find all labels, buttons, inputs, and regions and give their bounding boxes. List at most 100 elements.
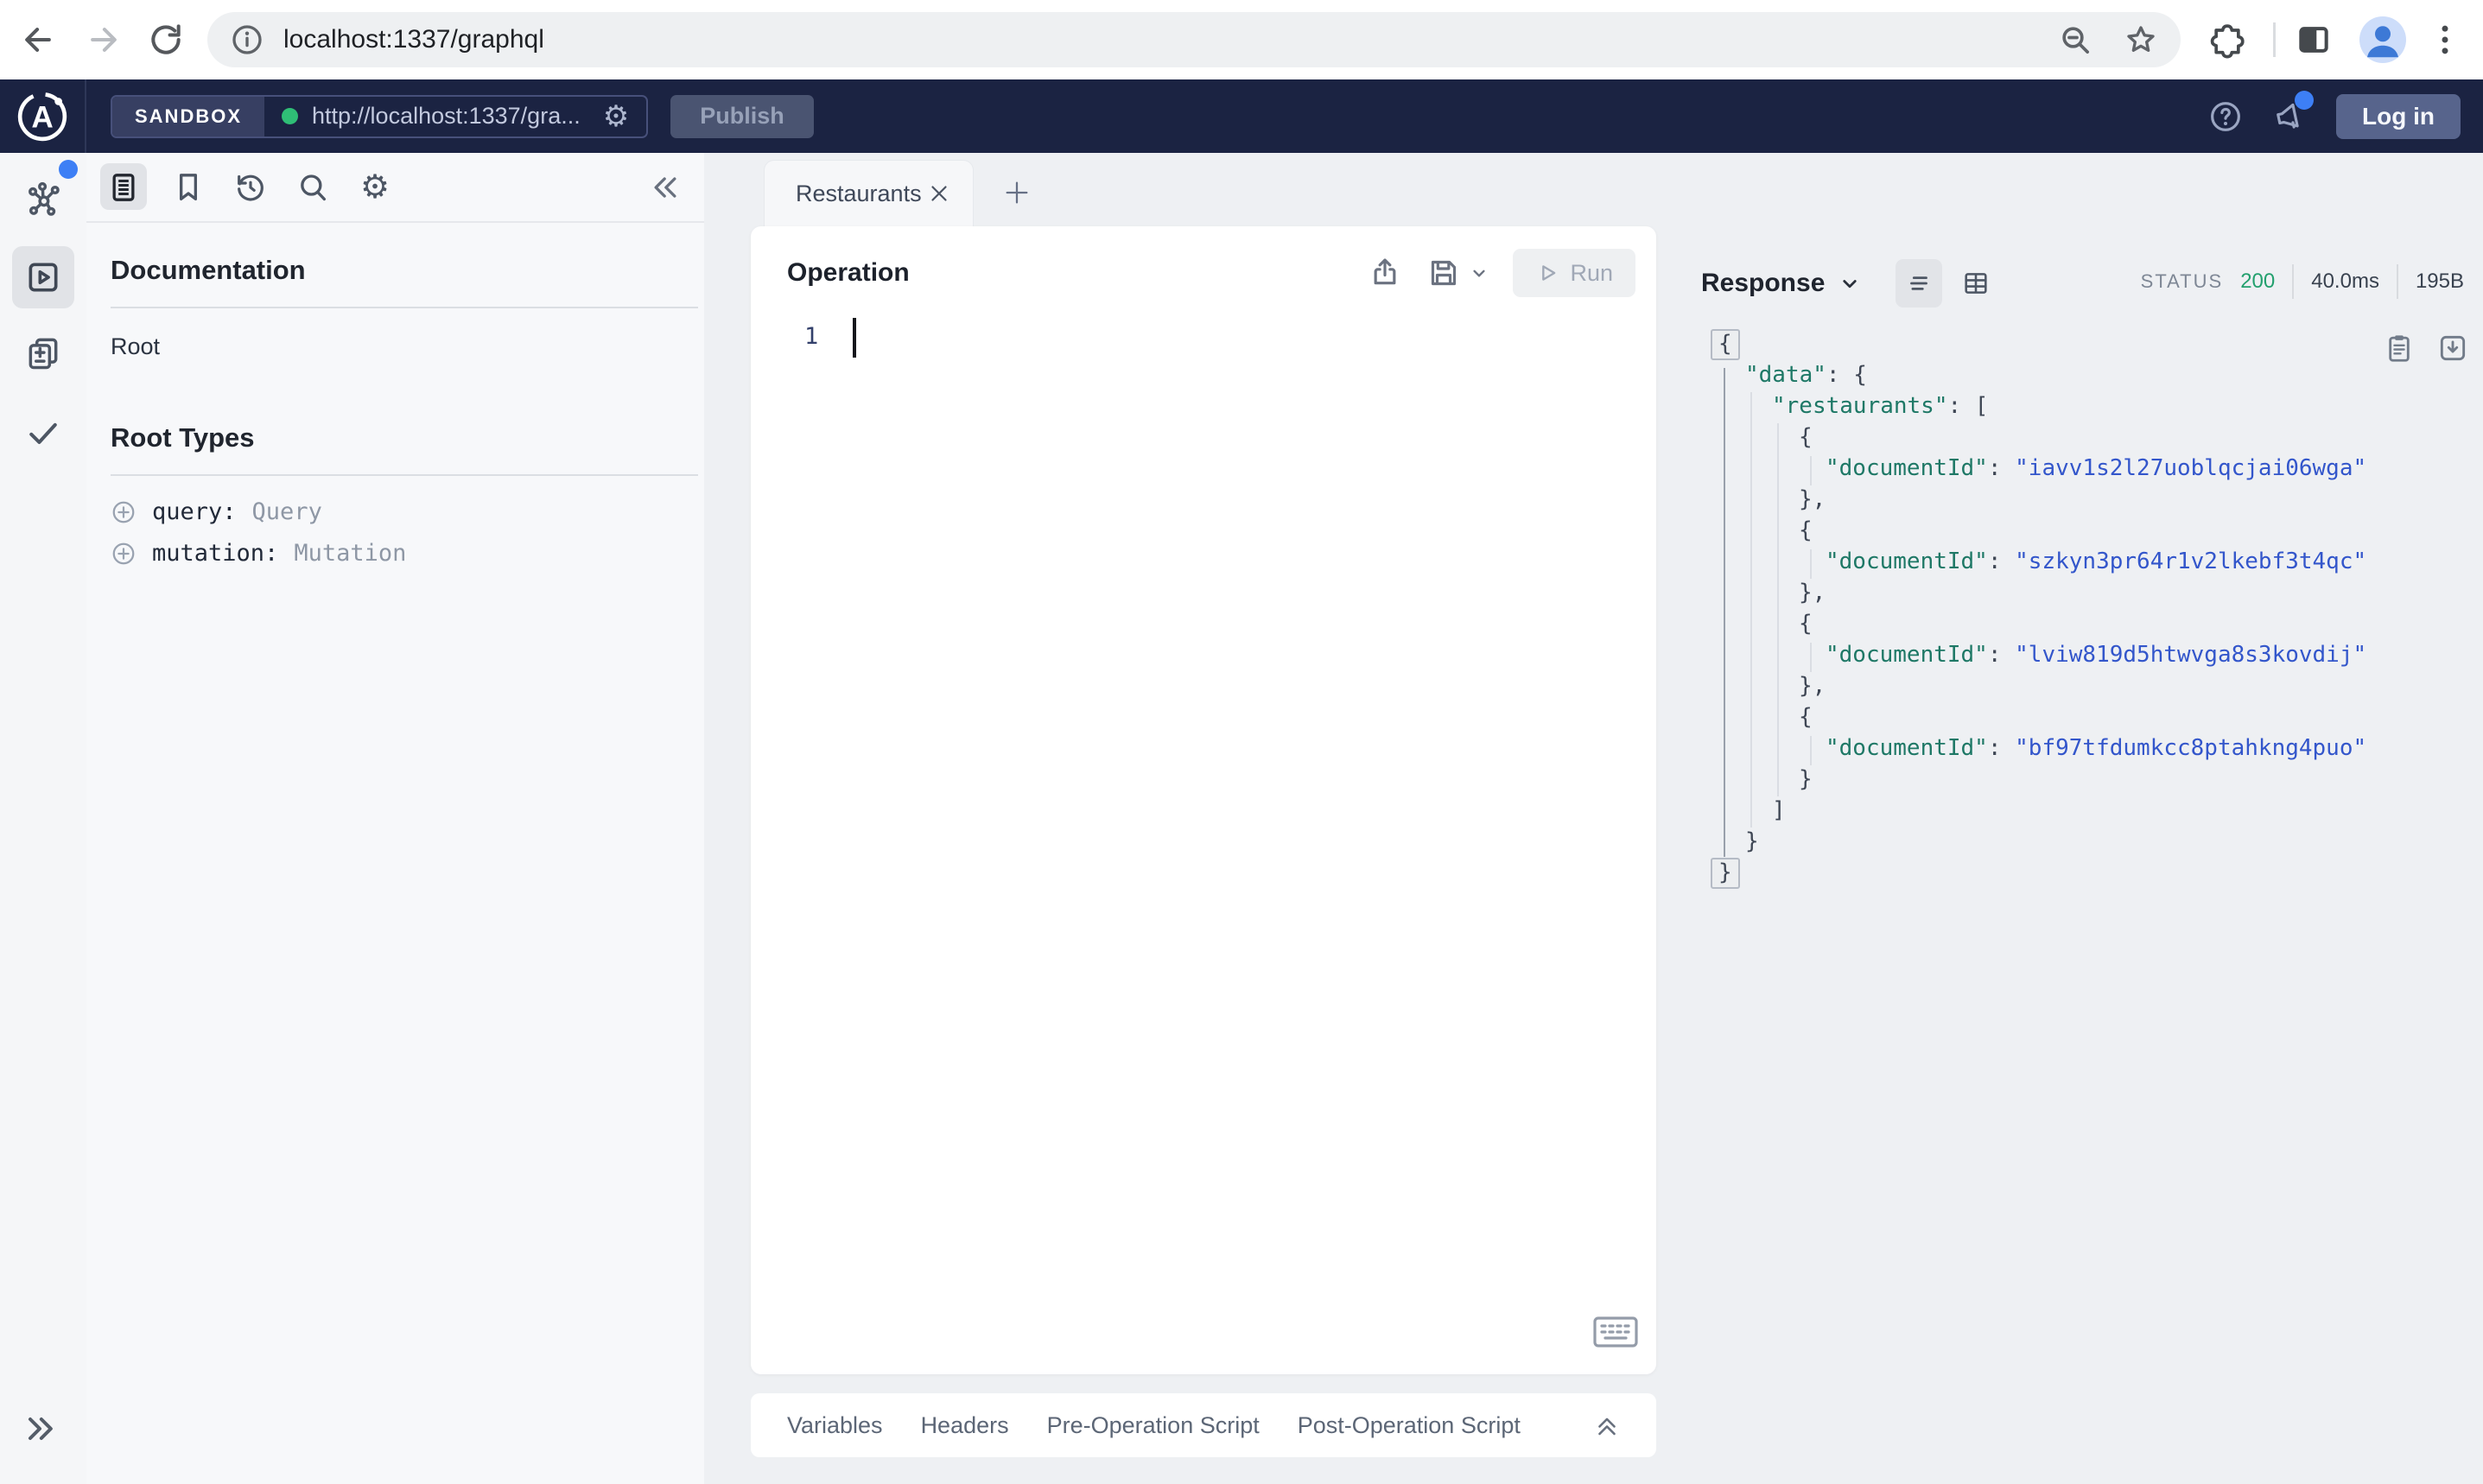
connection-status-dot xyxy=(282,108,299,124)
operation-tab[interactable]: Restaurants xyxy=(764,160,974,226)
checks-icon[interactable] xyxy=(24,414,62,452)
response-options-chevron-icon[interactable] xyxy=(1837,270,1863,296)
response-title: Response xyxy=(1701,269,1826,297)
endpoint-url[interactable]: http://localhost:1337/gra... xyxy=(312,103,581,130)
root-type-type[interactable]: Mutation xyxy=(294,540,406,567)
browser-back-button[interactable] xyxy=(19,21,57,59)
status-label: STATUS xyxy=(2140,270,2224,292)
code-line: { xyxy=(1799,704,1813,730)
announcements-icon[interactable] xyxy=(2272,90,2315,134)
endpoint-settings-icon[interactable]: ⚙ xyxy=(603,102,629,131)
help-icon[interactable] xyxy=(2208,99,2243,134)
share-icon[interactable] xyxy=(1368,256,1402,290)
code-line: "restaurants": [ xyxy=(1772,393,1989,419)
root-type-field[interactable]: query: xyxy=(152,498,237,525)
run-label: Run xyxy=(1570,259,1613,286)
saved-operations-icon[interactable] xyxy=(171,170,206,205)
browser-reload-button[interactable] xyxy=(147,21,185,59)
save-options-chevron-icon[interactable] xyxy=(1468,262,1490,284)
schema-graph-icon[interactable] xyxy=(24,181,62,219)
history-icon[interactable] xyxy=(233,170,268,205)
raw-view-toggle[interactable] xyxy=(1896,259,1943,308)
login-button[interactable]: Log in xyxy=(2336,93,2461,139)
sandbox-label: SANDBOX xyxy=(112,96,265,136)
browser-forward-button[interactable] xyxy=(85,21,123,59)
code-line: "data": { xyxy=(1745,362,1867,388)
response-panel: Response STATUS 200 40.0ms 195B {"data"… xyxy=(1676,226,2483,1483)
bookmark-star-icon[interactable] xyxy=(2124,22,2158,57)
app-header: A SANDBOX http://localhost:1337/gra... ⚙… xyxy=(0,79,2483,153)
tab-headers[interactable]: Headers xyxy=(921,1412,1009,1439)
expand-plus-icon[interactable] xyxy=(111,541,137,567)
response-json: {"data": {"restaurants": [{"documentId":… xyxy=(1711,328,2367,889)
side-panel-icon[interactable] xyxy=(2295,21,2333,59)
editor-caret xyxy=(853,318,856,358)
root-type-type[interactable]: Query xyxy=(252,498,322,525)
response-size: 195B xyxy=(2415,270,2464,293)
search-icon[interactable] xyxy=(295,170,330,205)
expand-rail-icon[interactable] xyxy=(21,1410,59,1448)
status-code: 200 xyxy=(2240,270,2276,293)
code-line: } xyxy=(1745,828,1759,854)
browser-chrome: localhost:1337/graphql xyxy=(0,0,2483,79)
docs-toolbar: ⚙ xyxy=(86,153,704,223)
code-line[interactable]: } xyxy=(1711,857,2366,889)
save-icon[interactable] xyxy=(1426,256,1461,290)
code-line[interactable]: { xyxy=(1711,328,2366,360)
endpoint-box: SANDBOX http://localhost:1337/gra... ⚙ xyxy=(111,94,649,138)
tab-variables[interactable]: Variables xyxy=(787,1412,883,1439)
divider xyxy=(111,307,698,308)
operation-title: Operation xyxy=(787,258,910,287)
url-text[interactable]: localhost:1337/graphql xyxy=(283,25,2027,54)
root-type-mutation-row[interactable]: mutation: Mutation xyxy=(111,540,406,567)
documentation-panel: ⚙ Documentation Root Root Types query: Q… xyxy=(86,153,704,1484)
root-type-field[interactable]: mutation: xyxy=(152,540,278,567)
code-line: }, xyxy=(1799,486,1826,512)
code-line: } xyxy=(1799,766,1813,792)
address-bar[interactable]: localhost:1337/graphql xyxy=(207,12,2181,67)
apollo-logo[interactable]: A xyxy=(0,79,86,153)
docs-title: Documentation xyxy=(111,255,306,285)
left-rail xyxy=(0,153,86,1484)
root-type-query-row[interactable]: query: Query xyxy=(111,498,322,525)
browser-menu-icon[interactable] xyxy=(2426,21,2464,59)
notification-badge xyxy=(2295,90,2315,110)
explorer-icon[interactable] xyxy=(24,258,62,296)
tab-post-operation-script[interactable]: Post-Operation Script xyxy=(1298,1412,1521,1439)
code-line: "documentId": "bf97tfdumkcc8ptahkng4puo" xyxy=(1826,735,2367,761)
site-info-icon[interactable] xyxy=(230,22,264,57)
play-icon xyxy=(1535,261,1559,285)
code-line: "documentId": "szkyn3pr64r1v2lkebf3t4qc" xyxy=(1826,549,2367,574)
code-line: }, xyxy=(1799,580,1826,606)
publish-button[interactable]: Publish xyxy=(670,94,814,138)
collapse-sidebar-icon[interactable] xyxy=(648,170,683,205)
new-tab-icon[interactable] xyxy=(994,170,1039,215)
changelog-icon[interactable] xyxy=(24,334,62,372)
download-response-icon[interactable] xyxy=(2436,332,2469,365)
code-line: { xyxy=(1799,424,1813,450)
code-line: }, xyxy=(1799,673,1826,699)
settings-gear-icon[interactable]: ⚙ xyxy=(358,170,392,205)
expand-plus-icon[interactable] xyxy=(111,499,137,525)
response-time: 40.0ms xyxy=(2311,270,2379,293)
divider xyxy=(111,474,698,476)
documentation-tab-icon[interactable] xyxy=(106,170,141,205)
schema-notification-badge xyxy=(59,160,78,179)
tab-pre-operation-script[interactable]: Pre-Operation Script xyxy=(1047,1412,1260,1439)
run-button[interactable]: Run xyxy=(1513,249,1635,297)
tab-label[interactable]: Restaurants xyxy=(796,181,926,207)
close-tab-icon[interactable] xyxy=(926,181,952,206)
extensions-icon[interactable] xyxy=(2208,21,2246,59)
operation-editor-panel: Operation Run 1 xyxy=(751,226,1656,1374)
root-types-title: Root Types xyxy=(111,422,255,453)
keyboard-shortcuts-icon[interactable] xyxy=(1593,1316,1638,1349)
zoom-out-icon[interactable] xyxy=(2058,22,2092,57)
copy-response-icon[interactable] xyxy=(2383,332,2416,365)
metric-divider xyxy=(2396,264,2398,299)
expand-panel-icon[interactable] xyxy=(1592,1411,1622,1440)
browser-profile-avatar[interactable] xyxy=(2359,16,2406,63)
code-line: ] xyxy=(1772,797,1786,823)
docs-root-link[interactable]: Root xyxy=(111,333,160,360)
editor-line-number: 1 xyxy=(804,323,819,350)
table-view-toggle[interactable] xyxy=(1953,259,1999,308)
